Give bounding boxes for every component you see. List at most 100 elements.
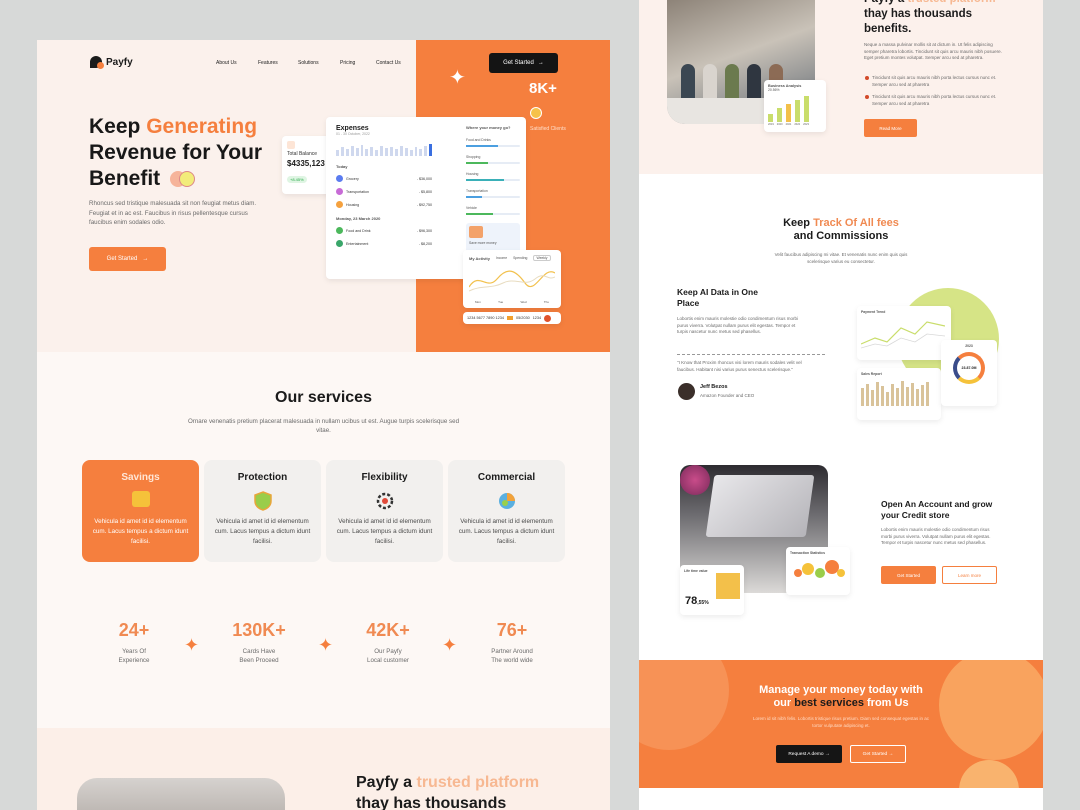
read-more-button[interactable]: Read More bbox=[864, 119, 917, 137]
bar bbox=[414, 147, 418, 156]
business-analysis-bars bbox=[768, 96, 822, 122]
expense-row[interactable]: Entertainment - $8,200 bbox=[336, 240, 432, 247]
stat-label-line2: Local customer bbox=[367, 657, 409, 664]
trusted-title-part: Payfy a bbox=[864, 0, 907, 5]
expense-name: Transportation bbox=[346, 189, 370, 194]
bar bbox=[419, 149, 423, 156]
bar bbox=[921, 385, 924, 406]
decor-circle-icon bbox=[179, 171, 196, 188]
service-card-commercial[interactable]: Commercial Vehicula id amet id id elemen… bbox=[448, 460, 565, 562]
bubble bbox=[802, 563, 814, 575]
bar bbox=[916, 389, 919, 406]
housing-icon bbox=[336, 201, 343, 208]
bar bbox=[906, 387, 909, 406]
grocery-icon bbox=[336, 175, 343, 182]
brand-logo[interactable]: Payfy bbox=[90, 56, 133, 69]
category-name: Vehicle bbox=[466, 206, 477, 210]
bar bbox=[360, 145, 364, 156]
sparkle-icon: ✦ bbox=[318, 635, 334, 655]
nav-contact-us[interactable]: Contact Us bbox=[376, 60, 401, 66]
nav-about-us[interactable]: About Us bbox=[216, 60, 237, 66]
lifetime-value-unit: ,55% bbox=[697, 600, 709, 606]
brand-name: Payfy bbox=[106, 56, 133, 68]
service-name: Flexibility bbox=[361, 472, 408, 483]
hero-get-started-button[interactable]: Get Started → bbox=[89, 247, 166, 271]
stat-value: 42K+ bbox=[366, 620, 410, 640]
stat-label-line1: Partner Around bbox=[491, 648, 533, 655]
bar bbox=[345, 149, 349, 156]
lifetime-value-number: 78 bbox=[685, 595, 698, 607]
service-card-protection[interactable]: Protection Vehicula id amet id id elemen… bbox=[204, 460, 321, 562]
bar bbox=[896, 388, 899, 406]
service-desc: Vehicula id amet id id elementum cum. La… bbox=[336, 518, 433, 545]
axis-tick: 2023 bbox=[803, 123, 809, 126]
testimonial-role: Amazon Founder and CEO bbox=[700, 393, 755, 398]
trusted-title-line2: thay has thousands bbox=[356, 795, 507, 810]
ai-description: Lobortis enim mauris molestie odio condi… bbox=[677, 316, 799, 334]
expense-row[interactable]: Grocery - $36,000 bbox=[336, 175, 432, 182]
service-card-savings[interactable]: Savings Vehicula id amet id id elementum… bbox=[82, 460, 199, 562]
logo-icon bbox=[90, 56, 104, 69]
category-bar bbox=[466, 213, 520, 215]
open-account-title: Open An Account and grow your Credit sto… bbox=[881, 499, 993, 520]
arrow-right-icon: → bbox=[142, 256, 149, 262]
category-name: Transportation bbox=[466, 189, 488, 193]
service-desc: Vehicula id amet id id elementum cum. La… bbox=[458, 518, 555, 545]
stat-item: 130K+ Cards Have Been Proceed bbox=[209, 620, 309, 665]
nav-features[interactable]: Features bbox=[258, 60, 278, 66]
learn-more-button[interactable]: Learn more bbox=[942, 566, 997, 584]
stat-item: 24+ Years Of Experience bbox=[84, 620, 184, 665]
sales-report-card: Sales Report bbox=[857, 368, 941, 420]
bar bbox=[786, 104, 791, 122]
axis-tick: Thu bbox=[543, 300, 549, 304]
income-line bbox=[468, 270, 556, 288]
legend-spending: Spending bbox=[513, 256, 528, 260]
testimonial-author: Jeff Bezos bbox=[700, 384, 728, 390]
nav-solutions[interactable]: Solutions bbox=[298, 60, 319, 66]
legend-income: Income bbox=[495, 256, 508, 260]
decor-circle bbox=[939, 660, 1043, 760]
services-description: Ornare venenatis pretium placerat malesu… bbox=[187, 418, 460, 434]
category-bar bbox=[466, 162, 520, 164]
service-card-flexibility[interactable]: Flexibility Vehicula id amet id id eleme… bbox=[326, 460, 443, 562]
track-description: Velit faucibus adipiscing mi vitae. Et v… bbox=[774, 252, 908, 264]
category-row: Vehicle bbox=[466, 206, 520, 215]
sparkle-icon: ✦ bbox=[442, 635, 458, 655]
expense-row[interactable]: Housing - $92,750 bbox=[336, 201, 432, 208]
expense-row[interactable]: Food and Drink - $96,300 bbox=[336, 227, 432, 234]
category-name: Housing bbox=[466, 172, 479, 176]
nav-pricing[interactable]: Pricing bbox=[340, 60, 355, 66]
bar bbox=[861, 388, 864, 406]
bar bbox=[404, 148, 408, 156]
manage-get-started-button[interactable]: Get Started → bbox=[850, 745, 906, 763]
stat-label-line2: Been Proceed bbox=[239, 657, 279, 664]
divider bbox=[677, 354, 825, 355]
manage-get-started-label: Get Started bbox=[862, 751, 888, 757]
card-brand-icon bbox=[544, 314, 552, 322]
payment-trend-chart bbox=[860, 321, 946, 349]
expense-row[interactable]: Transportation - $5,800 bbox=[336, 188, 432, 195]
expense-amount: - $96,300 bbox=[416, 228, 432, 233]
card-chip-icon bbox=[506, 316, 513, 320]
request-demo-button[interactable]: Request A demo → bbox=[776, 745, 842, 763]
laptop-screen bbox=[705, 475, 815, 537]
services-title: Our services bbox=[275, 389, 372, 406]
hero-description: Rhoncus sed tristique malesuada sit non … bbox=[89, 200, 257, 226]
bar bbox=[795, 100, 800, 122]
hero-title-line2: Revenue for Your bbox=[89, 141, 263, 164]
activity-line-chart bbox=[468, 270, 556, 292]
bar bbox=[424, 146, 428, 156]
category-name: Shopping bbox=[466, 155, 481, 159]
testimonial-quote: "I Know that Proxim rhoncus visi lorem m… bbox=[677, 360, 802, 372]
category-row: Food and Drinks bbox=[466, 138, 520, 147]
lifetime-value: 78,55% bbox=[685, 595, 709, 607]
stat-label-line2: Experience bbox=[118, 657, 150, 664]
stat-label-line1: Cards Have bbox=[242, 648, 276, 655]
entertainment-icon bbox=[336, 240, 343, 247]
get-started-button[interactable]: Get Started bbox=[881, 566, 936, 584]
nav-get-started-button[interactable]: Get Started → bbox=[489, 53, 558, 73]
spending-line bbox=[468, 275, 556, 292]
save-money-tile[interactable]: Save more money bbox=[466, 223, 520, 253]
card-expiry: 05/2030 bbox=[515, 316, 530, 320]
bar bbox=[394, 149, 398, 156]
